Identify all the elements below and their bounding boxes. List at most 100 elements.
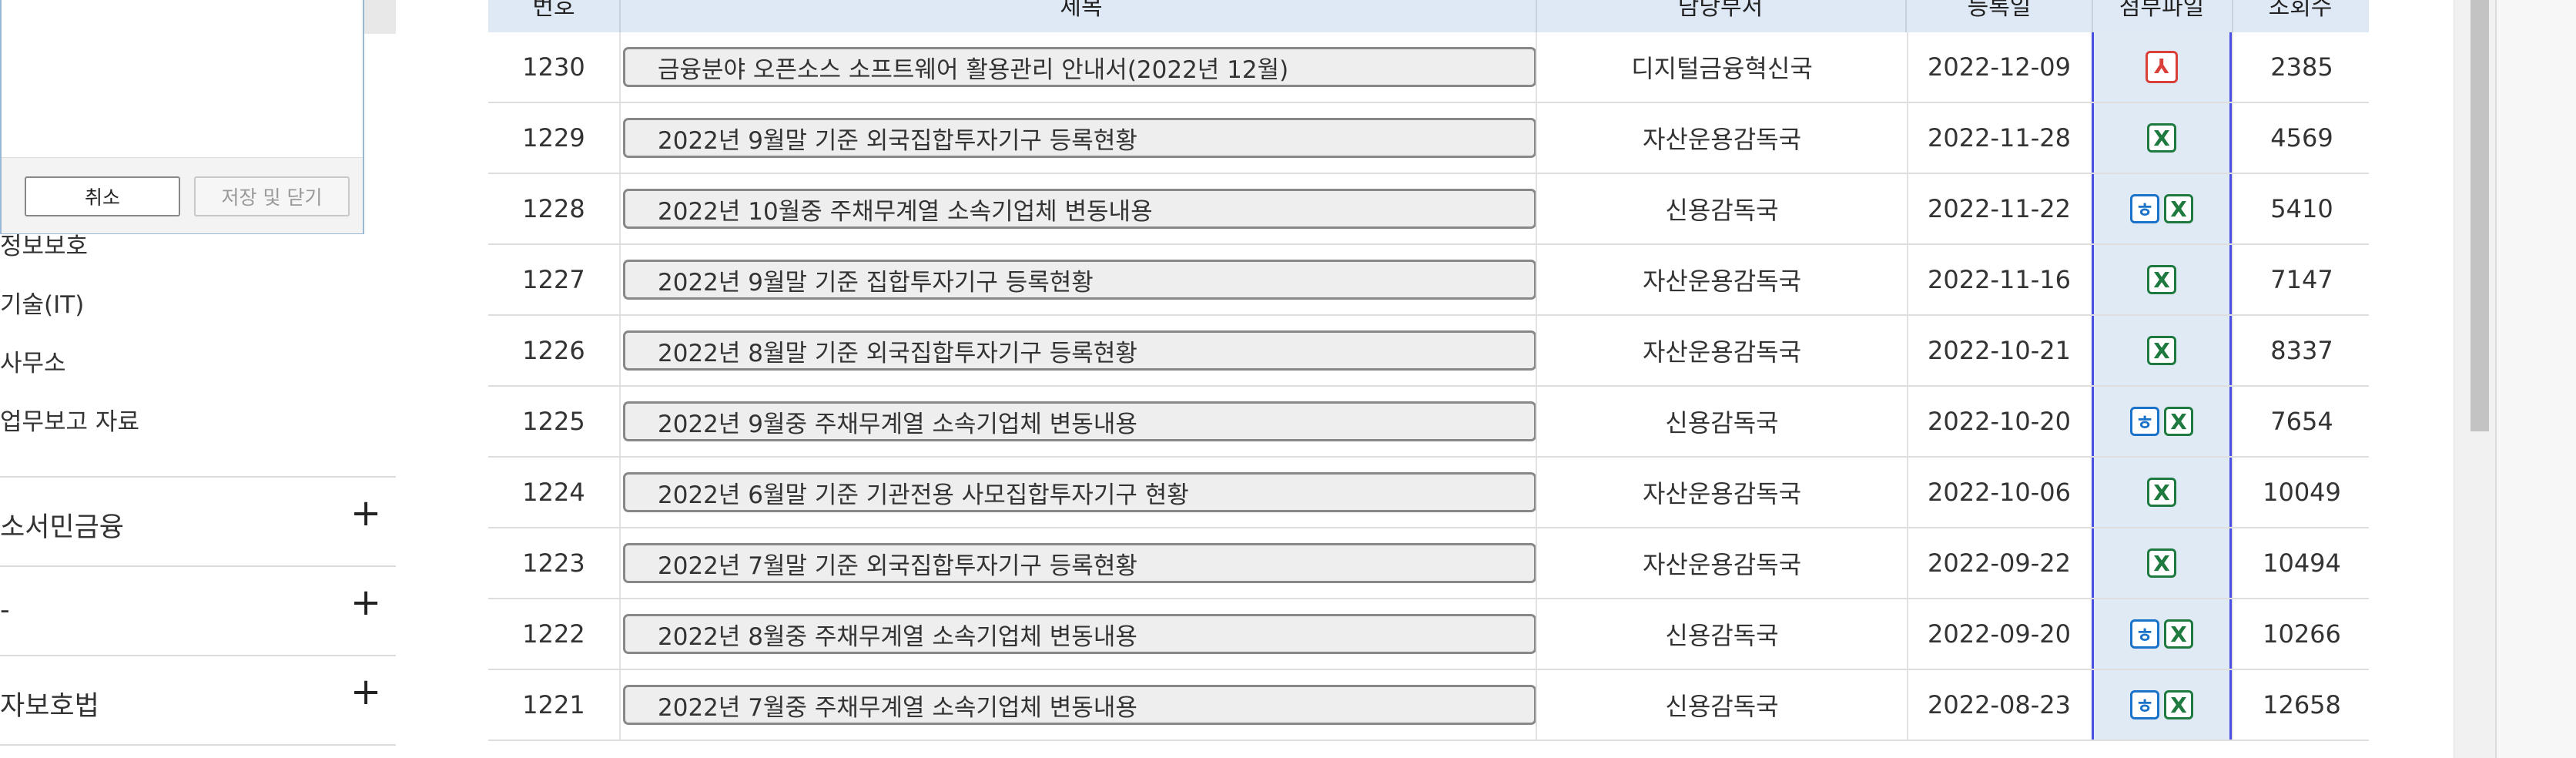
sidebar-accordion-label: 소서민금융 [0, 512, 125, 543]
scrollbar-thumb[interactable] [2470, 0, 2489, 431]
header-views: 조회수 [2268, 0, 2333, 21]
view-count: 8337 [2232, 316, 2370, 385]
post-title-link[interactable]: 2022년 9월중 주채무계열 소속기업체 변동내용 [623, 401, 1536, 441]
sidebar-accordion-protection-law[interactable]: 자보호법 + [0, 655, 396, 744]
post-title-link[interactable]: 2022년 7월말 기준 외국집합투자기구 등록현황 [623, 543, 1536, 583]
department: 신용감독국 [1536, 387, 1908, 456]
hwp-file-icon[interactable]: ㅎ [2130, 690, 2159, 719]
post-title-link[interactable]: 2022년 8월말 기준 외국집합투자기구 등록현황 [623, 330, 1536, 371]
excel-file-icon[interactable]: X [2164, 619, 2193, 649]
registered-date: 2022-09-20 [1928, 619, 2071, 649]
excel-file-icon[interactable]: X [2147, 336, 2176, 365]
hwp-file-icon[interactable]: ㅎ [2130, 619, 2159, 649]
registered-date: 2022-09-22 [1928, 548, 2071, 578]
department: 신용감독국 [1536, 599, 1908, 669]
plus-icon[interactable]: + [350, 673, 381, 710]
table-row: 1228 2022년 10월중 주채무계열 소속기업체 변동내용 신용감독국 2022… [488, 174, 2369, 245]
attachment-cell: ㅎX [2092, 670, 2232, 740]
table-row: 1223 2022년 7월말 기준 외국집합투자기구 등록현황 자산운용감독국 202… [488, 528, 2369, 599]
table-row: 1225 2022년 9월중 주채무계열 소속기업체 변동내용 신용감독국 2022-… [488, 387, 2369, 458]
header-department: 담당부서 [1677, 0, 1764, 21]
header-divider [619, 0, 621, 32]
row-number: 1221 [488, 670, 621, 740]
right-edge-panel [2495, 0, 2576, 758]
cancel-button[interactable]: 취소 [25, 176, 180, 216]
department: 디지털금융혁신국 [1536, 32, 1908, 102]
view-count: 10266 [2232, 599, 2370, 669]
attachment-cell: ㅎX [2092, 174, 2232, 243]
sidebar-accordion-label: - [0, 595, 10, 626]
view-count: 2385 [2232, 32, 2370, 102]
table-row: 1230 금융분야 오픈소스 소프트웨어 활용관리 안내서(2022년 12월) 디… [488, 32, 2369, 103]
board-table: 번호 제목 담당부서 등록일 첨부파일 조회수 1230 금융분야 오픈소스 소프… [488, 0, 2369, 758]
attachment-cell: ㅎX [2092, 387, 2232, 456]
department: 신용감독국 [1536, 670, 1908, 740]
row-number: 1224 [488, 458, 621, 527]
registered-date: 2022-11-16 [1928, 265, 2071, 294]
post-title-link[interactable]: 2022년 9월말 기준 외국집합투자기구 등록현황 [623, 118, 1536, 158]
header-divider [1905, 0, 1907, 32]
attachment-cell: X [2092, 528, 2232, 598]
registered-date: 2022-12-09 [1928, 52, 2071, 82]
hwp-file-icon[interactable]: ㅎ [2130, 407, 2159, 436]
registered-date: 2022-10-20 [1928, 407, 2071, 436]
view-count: 7654 [2232, 387, 2370, 456]
excel-file-icon[interactable]: X [2147, 478, 2176, 507]
attachment-cell: X [2092, 245, 2232, 314]
save-and-close-button[interactable]: 저장 및 닫기 [194, 176, 350, 216]
table-row: 1227 2022년 9월말 기준 집합투자기구 등록현황 자산운용감독국 2022-… [488, 245, 2369, 316]
attachment-cell: X [2092, 103, 2232, 173]
department: 자산운용감독국 [1536, 103, 1908, 173]
settings-dialog: 취소 저장 및 닫기 [0, 0, 364, 234]
registered-date: 2022-10-06 [1928, 478, 2071, 507]
row-number: 1230 [488, 32, 621, 102]
post-title-link[interactable]: 금융분야 오픈소스 소프트웨어 활용관리 안내서(2022년 12월) [623, 47, 1536, 87]
table-row: 1221 2022년 7월중 주채무계열 소속기업체 변동내용 신용감독국 2022-… [488, 670, 2369, 741]
department: 신용감독국 [1536, 174, 1908, 243]
plus-icon[interactable]: + [350, 584, 381, 621]
registered-date: 2022-11-22 [1928, 194, 2071, 223]
excel-file-icon[interactable]: X [2164, 194, 2193, 223]
post-title-link[interactable]: 2022년 7월중 주채무계열 소속기업체 변동내용 [623, 685, 1536, 725]
header-divider [1536, 0, 1537, 32]
excel-file-icon[interactable]: X [2147, 548, 2176, 578]
excel-file-icon[interactable]: X [2147, 265, 2176, 294]
attachment-cell: X [2092, 316, 2232, 385]
pdf-file-icon[interactable]: ⅄ [2146, 51, 2178, 83]
hwp-file-icon[interactable]: ㅎ [2130, 194, 2159, 223]
department: 자산운용감독국 [1536, 458, 1908, 527]
excel-file-icon[interactable]: X [2164, 407, 2193, 436]
view-count: 5410 [2232, 174, 2370, 243]
view-count: 7147 [2232, 245, 2370, 314]
sidebar-subitem-it[interactable]: 기술(IT) [0, 285, 84, 320]
excel-file-icon[interactable]: X [2164, 690, 2193, 719]
row-number: 1229 [488, 103, 621, 173]
row-number: 1228 [488, 174, 621, 243]
header-divider [2092, 0, 2093, 32]
sidebar-subitem-report[interactable]: 업무보고 자료 [0, 402, 139, 437]
header-divider [2232, 0, 2233, 32]
view-count: 10049 [2232, 458, 2370, 527]
sidebar-accordion-item[interactable]: - + [0, 565, 396, 655]
row-number: 1225 [488, 387, 621, 456]
row-number: 1223 [488, 528, 621, 598]
sidebar-accordion-finance[interactable]: 소서민금융 + [0, 476, 396, 565]
header-number: 번호 [532, 0, 575, 21]
view-count: 10494 [2232, 528, 2370, 598]
post-title-link[interactable]: 2022년 6월말 기준 기관전용 사모집합투자기구 현황 [623, 472, 1536, 512]
sidebar-accordion-label: 자보호법 [0, 691, 99, 722]
department: 자산운용감독국 [1536, 316, 1908, 385]
sidebar-subitem-office[interactable]: 사무소 [0, 344, 66, 378]
row-number: 1222 [488, 599, 621, 669]
excel-file-icon[interactable]: X [2147, 123, 2176, 153]
table-row: 1222 2022년 8월중 주채무계열 소속기업체 변동내용 신용감독국 2022-… [488, 599, 2369, 670]
plus-icon[interactable]: + [350, 495, 381, 532]
post-title-link[interactable]: 2022년 9월말 기준 집합투자기구 등록현황 [623, 260, 1536, 300]
department: 자산운용감독국 [1536, 528, 1908, 598]
post-title-link[interactable]: 2022년 10월중 주채무계열 소속기업체 변동내용 [623, 189, 1536, 229]
post-title-link[interactable]: 2022년 8월중 주채무계열 소속기업체 변동내용 [623, 614, 1536, 654]
table-row: 1229 2022년 9월말 기준 외국집합투자기구 등록현황 자산운용감독국 202… [488, 103, 2369, 174]
sidebar-divider [0, 744, 396, 746]
attachment-cell: X [2092, 458, 2232, 527]
table-header: 번호 제목 담당부서 등록일 첨부파일 조회수 [488, 0, 2369, 32]
